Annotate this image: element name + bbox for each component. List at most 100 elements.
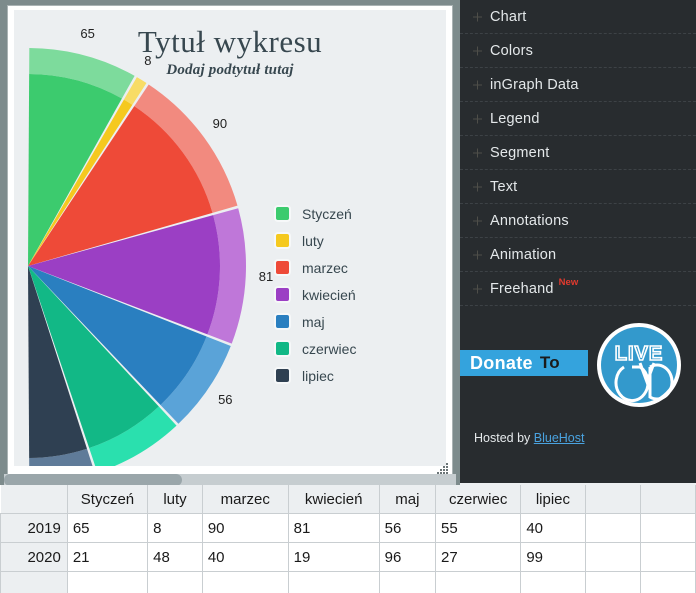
table-cell[interactable] [520,571,586,593]
table-row: 2019 65 8 90 81 56 55 40 [0,513,696,543]
table-cell[interactable]: 90 [201,513,289,543]
plus-icon [473,114,482,123]
legend-label: luty [302,232,324,249]
menu-item-legend[interactable]: Legend [460,102,696,136]
table-body: 2019 65 8 90 81 56 55 40 2020 21 48 40 19 96 27 99 [0,513,696,593]
menu-item-ingraph-data[interactable]: inGraph Data [460,68,696,102]
menu-item-annotations[interactable]: Annotations [460,204,696,238]
table-column-header[interactable]: czerwiec [435,485,522,514]
table-cell[interactable] [378,571,437,593]
hosted-prefix: Hosted by [474,431,534,445]
table-column-header[interactable]: kwiecień [287,485,380,514]
table-cell[interactable] [584,542,641,572]
pie-data-label: 55 [142,464,156,466]
table-cell[interactable]: 40 [201,542,289,572]
plus-icon [473,80,482,89]
chart-legend[interactable]: Styczeń luty marzec kwiecień maj czerwiec lipi… [276,200,356,389]
table-column-header[interactable]: lipiec [520,485,586,514]
menu-item-segment[interactable]: Segment [460,136,696,170]
table-cell[interactable]: 56 [378,513,437,543]
table-cell[interactable] [66,571,149,593]
chart-panel: Tytuł wykresu Dodaj podtytuł tutaj 65 8 90… [0,0,460,486]
pie-data-label: 56 [218,392,233,408]
legend-color-swatch [276,369,289,382]
legend-color-swatch [276,234,289,247]
table-column-header[interactable] [584,485,641,514]
donate-to-label: To [539,353,560,372]
menu-item-chart[interactable]: Chart [460,0,696,34]
new-badge: New [558,277,579,288]
table-cell[interactable] [639,513,696,543]
table-head: Styczeń luty marzec kwiecień maj czerwiec lipi… [0,485,696,514]
table-row [0,571,696,593]
table-column-header[interactable]: marzec [201,485,289,514]
table-header-row: Styczeń luty marzec kwiecień maj czerwiec lipi… [0,485,696,514]
menu-item-label: Annotations [490,212,569,229]
table-cell[interactable]: 81 [287,513,380,543]
livegap-logo-icon[interactable]: LIVE [594,320,684,410]
menu-item-label: Segment [490,144,550,161]
table-column-header[interactable]: luty [147,485,203,514]
pie-data-label: 81 [258,269,274,285]
legend-item[interactable]: czerwiec [276,335,356,362]
table-row-header[interactable]: 2019 [0,513,68,543]
legend-item[interactable]: luty [276,227,356,254]
plus-icon [473,46,482,55]
donate-label: Donate [470,352,533,373]
menu-item-text[interactable]: Text [460,170,696,204]
menu-item-label: Text [490,178,518,195]
legend-item[interactable]: lipiec [276,362,356,389]
table-cell[interactable] [584,571,641,593]
plus-icon [473,182,482,191]
legend-color-swatch [276,288,289,301]
table-row-header[interactable]: 2020 [0,542,68,572]
table-cell[interactable]: 96 [378,542,437,572]
table-column-header[interactable] [639,485,696,514]
donate-button[interactable]: Donate To [460,350,588,376]
table-cell[interactable] [639,542,696,572]
plus-icon [473,216,482,225]
table-cell[interactable]: 40 [520,513,586,543]
table-cell[interactable]: 48 [147,542,203,572]
legend-label: kwiecień [302,286,356,303]
menu-item-animation[interactable]: Animation [460,238,696,272]
data-table-area[interactable]: Styczeń luty marzec kwiecień maj czerwiec lipi… [0,485,696,593]
bluehost-link[interactable]: BlueHost [534,431,585,445]
legend-item[interactable]: Styczeń [276,200,356,227]
chart-subtitle: Dodaj podtytuł tutaj [166,62,294,78]
chart-title: Tytuł wykresu [137,24,323,59]
table-cell[interactable]: 55 [435,513,522,543]
table-cell[interactable] [584,513,641,543]
table-cell[interactable]: 27 [435,542,522,572]
table-cell[interactable]: 8 [147,513,203,543]
menu-item-label: Freehand [490,280,554,297]
pie-data-label: 65 [80,25,95,41]
menu-item-label: Colors [490,42,534,59]
chart-canvas[interactable]: Tytuł wykresu Dodaj podtytuł tutaj 65 8 90… [14,10,446,466]
table-cell[interactable]: 99 [520,542,586,572]
table-cell[interactable] [201,571,289,593]
table-cell[interactable]: 65 [66,513,149,543]
legend-label: marzec [302,259,348,276]
table-cell[interactable] [435,571,522,593]
data-table[interactable]: Styczeń luty marzec kwiecień maj czerwiec lipi… [0,485,696,593]
menu-item-freehand[interactable]: Freehand New [460,272,696,306]
legend-item[interactable]: kwiecień [276,281,356,308]
legend-label: czerwiec [302,340,357,357]
chart-frame: Tytuł wykresu Dodaj podtytuł tutaj 65 8 90… [8,6,452,478]
legend-label: maj [302,313,325,330]
settings-sidebar: Chart Colors inGraph Data Legend Segment Text… [460,0,696,483]
table-cell[interactable]: 19 [287,542,380,572]
table-cell[interactable] [147,571,203,593]
table-column-header[interactable]: maj [378,485,437,514]
legend-label: lipiec [302,367,334,384]
legend-item[interactable]: maj [276,308,356,335]
table-corner-cell [0,485,68,514]
menu-item-colors[interactable]: Colors [460,34,696,68]
table-cell[interactable] [287,571,380,593]
table-cell[interactable] [639,571,696,593]
table-cell[interactable]: 21 [66,542,149,572]
legend-item[interactable]: marzec [276,254,356,281]
table-column-header[interactable]: Styczeń [66,485,149,514]
table-row-header[interactable] [0,571,68,593]
